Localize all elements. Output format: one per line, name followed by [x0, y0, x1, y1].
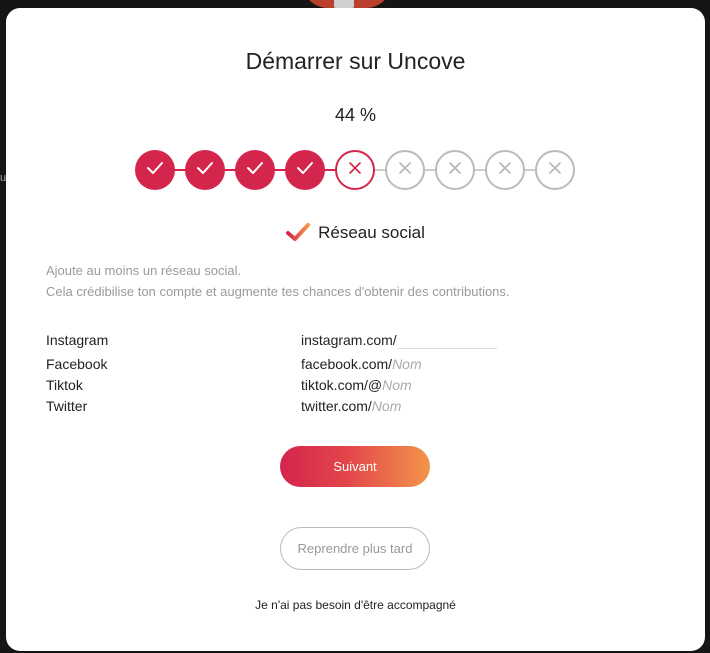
- orange-check-icon: [286, 222, 311, 247]
- step-completed: [185, 150, 225, 190]
- step-pending: [535, 150, 575, 190]
- step-current: [335, 150, 375, 190]
- social-label: Twitter: [46, 398, 88, 414]
- section-heading-label: Réseau social: [318, 223, 425, 242]
- skip-onboarding-link[interactable]: Je n'ai pas besoin d'être accompagné: [6, 598, 705, 612]
- step-completed: [285, 150, 325, 190]
- onboarding-modal: Démarrer sur Uncove 44 % Réseau social A…: [6, 8, 705, 651]
- resume-later-button[interactable]: Reprendre plus tard: [280, 527, 430, 570]
- twitter-input[interactable]: [371, 398, 472, 414]
- next-button[interactable]: Suivant: [280, 446, 430, 487]
- step-pending: [485, 150, 525, 190]
- step-completed: [135, 150, 175, 190]
- background-avatar-detail: [334, 0, 354, 8]
- x-icon: [499, 161, 511, 179]
- tiktok-input[interactable]: [382, 377, 483, 393]
- progress-steps: [135, 150, 575, 190]
- description-line: Cela crédibilise ton compte et augmente …: [46, 284, 510, 299]
- step-pending: [435, 150, 475, 190]
- section-heading: Réseau social: [6, 222, 705, 247]
- section-description: Ajoute au moins un réseau social. Cela c…: [46, 260, 510, 302]
- social-prefix: instagram.com/: [301, 332, 497, 349]
- progress-percent: 44 %: [334, 105, 377, 125]
- step-completed: [235, 150, 275, 190]
- social-row-instagram: Instagram instagram.com/: [46, 332, 646, 352]
- social-label: Instagram: [46, 332, 109, 348]
- social-row-facebook: Facebook facebook.com/: [46, 356, 646, 376]
- step-pending: [385, 150, 425, 190]
- check-icon: [146, 161, 164, 180]
- check-icon: [196, 161, 214, 180]
- check-icon: [246, 161, 264, 180]
- social-label: Facebook: [46, 356, 108, 372]
- social-prefix: tiktok.com/@: [301, 377, 483, 393]
- social-row-tiktok: Tiktok tiktok.com/@: [46, 377, 646, 397]
- x-icon: [399, 161, 411, 179]
- social-prefix: facebook.com/: [301, 356, 493, 372]
- modal-title: Démarrer sur Uncove: [245, 48, 466, 74]
- facebook-input[interactable]: [392, 356, 493, 372]
- social-prefix: twitter.com/: [301, 398, 472, 414]
- x-icon: [449, 161, 461, 179]
- social-label: Tiktok: [46, 377, 83, 393]
- instagram-input[interactable]: [396, 332, 497, 349]
- description-line: Ajoute au moins un réseau social.: [46, 263, 242, 278]
- x-icon: [349, 161, 361, 179]
- social-row-twitter: Twitter twitter.com/: [46, 398, 646, 418]
- x-icon: [549, 161, 561, 179]
- check-icon: [296, 161, 314, 180]
